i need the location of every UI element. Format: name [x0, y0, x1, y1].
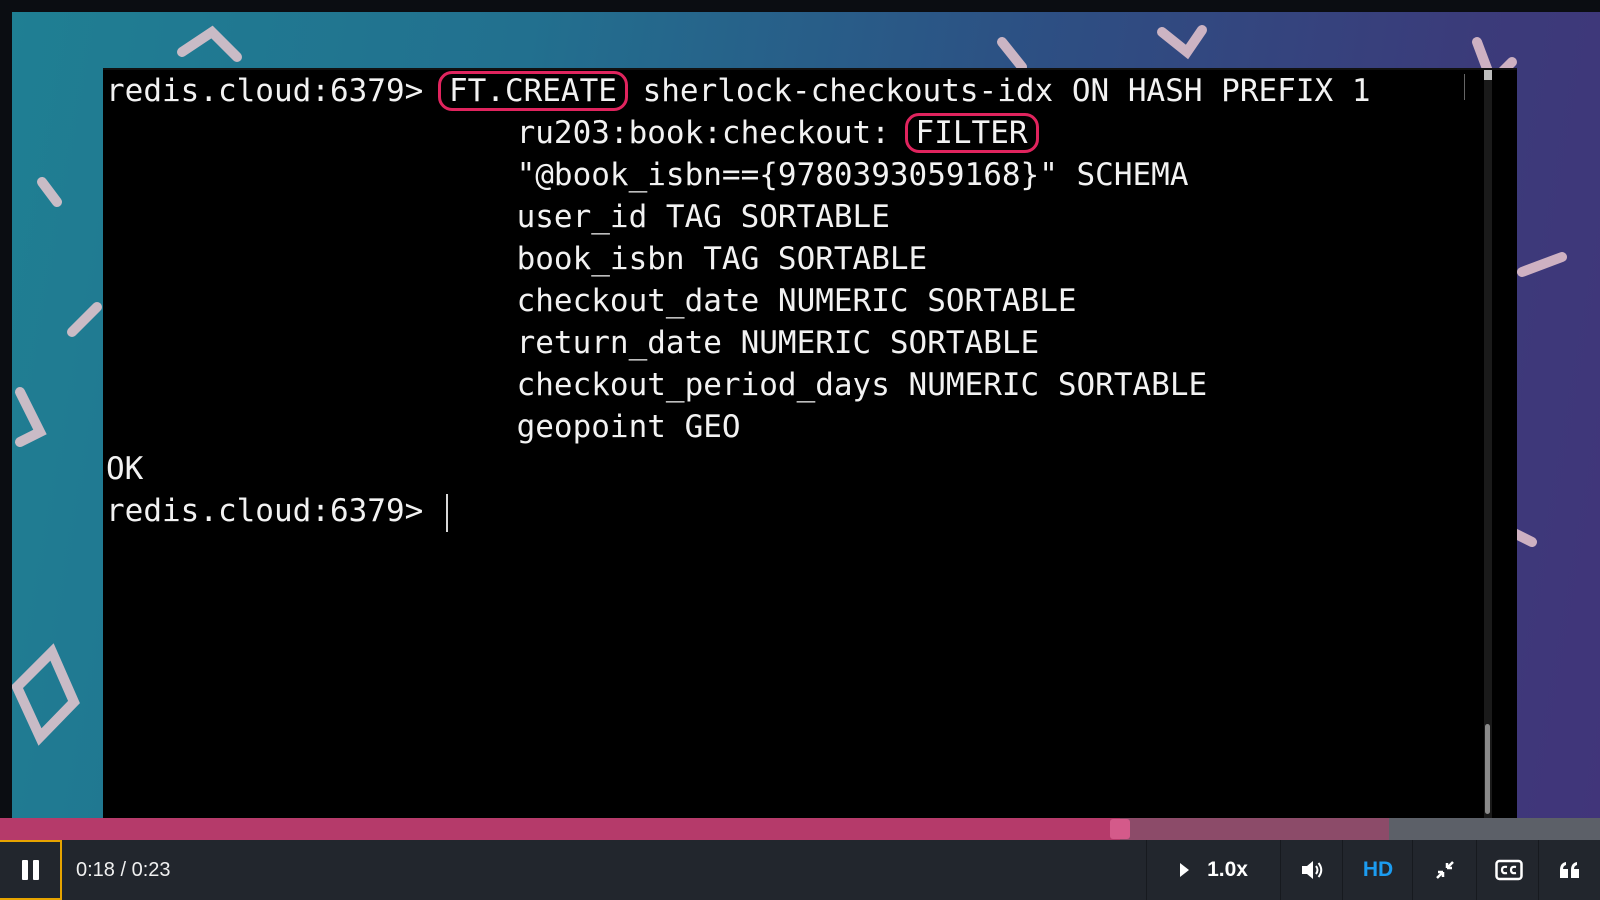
terminal-scroll-thumb[interactable] [1485, 724, 1490, 814]
play-triangle-icon [1180, 863, 1190, 877]
terminal-line: redis.cloud:6379> FT.CREATE sherlock-che… [106, 70, 1370, 112]
terminal-line: return_date NUMERIC SORTABLE [106, 322, 1370, 364]
terminal-cursor [445, 493, 448, 532]
terminal-indent [106, 157, 517, 193]
video-frame: redis.cloud:6379> FT.CREATE sherlock-che… [12, 12, 1600, 820]
control-separator [1342, 840, 1343, 900]
terminal-line: ru203:book:checkout: FILTER [106, 112, 1370, 154]
exit-fullscreen-button[interactable] [1414, 840, 1476, 900]
terminal-line: geopoint GEO [106, 406, 1370, 448]
control-separator [1412, 840, 1413, 900]
volume-icon [1302, 861, 1323, 879]
player-control-bar: 0:18 / 0:23 1.0x HD [0, 840, 1600, 900]
volume-button[interactable] [1282, 840, 1342, 900]
terminal-line: book_isbn TAG SORTABLE [106, 238, 1370, 280]
terminal-text: user_id TAG SORTABLE [516, 199, 890, 235]
terminal-scrollbar[interactable] [1484, 70, 1492, 820]
terminal-prompt: redis.cloud:6379> [106, 73, 442, 109]
speed-label: 1.0x [1207, 858, 1248, 881]
control-separator [1476, 840, 1477, 900]
terminal-text: ru203:book:checkout: [516, 115, 909, 151]
pause-button[interactable] [0, 840, 62, 900]
progress-played [0, 818, 1120, 840]
terminal-indent [106, 241, 517, 277]
terminal-line: checkout_period_days NUMERIC SORTABLE [106, 364, 1370, 406]
time-display: 0:18 / 0:23 [76, 859, 171, 881]
terminal-text: checkout_period_days NUMERIC SORTABLE [516, 367, 1208, 403]
terminal-indent [106, 325, 517, 361]
terminal-text: checkout_date NUMERIC SORTABLE [516, 283, 1077, 319]
transcript-button[interactable] [1540, 840, 1600, 900]
terminal-indent [106, 367, 517, 403]
terminal-prompt: redis.cloud:6379> [106, 493, 442, 529]
terminal-text: book_isbn TAG SORTABLE [516, 241, 928, 277]
progress-scrubber-handle[interactable] [1110, 819, 1130, 839]
control-separator [1280, 840, 1281, 900]
control-separator [1538, 840, 1539, 900]
quote-icon [1560, 862, 1579, 878]
terminal-indent [106, 115, 517, 151]
terminal-text: OK [106, 451, 144, 487]
terminal-line: user_id TAG SORTABLE [106, 196, 1370, 238]
terminal-indent [106, 283, 517, 319]
scroll-up-arrow-icon[interactable] [1484, 70, 1492, 80]
terminal-line: "@book_isbn=={9780393059168}" SCHEMA [106, 154, 1370, 196]
playback-speed-button[interactable]: 1.0x [1148, 840, 1280, 900]
highlighted-keyword: FT.CREATE [437, 71, 628, 111]
quality-hd-button[interactable]: HD [1344, 840, 1412, 900]
terminal-text: geopoint GEO [516, 409, 741, 445]
terminal-indent [106, 199, 517, 235]
terminal-line: OK [106, 448, 1370, 490]
terminal-divider [1464, 74, 1465, 100]
terminal-indent [106, 409, 517, 445]
terminal-text: "@book_isbn=={9780393059168}" SCHEMA [516, 157, 1189, 193]
terminal-text: sherlock-checkouts-idx ON HASH PREFIX 1 [623, 73, 1371, 109]
closed-captions-button[interactable] [1478, 840, 1540, 900]
exit-fullscreen-icon [1436, 861, 1454, 879]
closed-captions-icon [1495, 859, 1523, 881]
terminal-line: redis.cloud:6379> [106, 490, 1370, 532]
terminal-line: checkout_date NUMERIC SORTABLE [106, 280, 1370, 322]
terminal-window: redis.cloud:6379> FT.CREATE sherlock-che… [103, 68, 1517, 820]
pause-icon [21, 860, 39, 880]
control-separator [1146, 840, 1147, 900]
video-progress-bar[interactable] [0, 818, 1600, 840]
terminal-text: return_date NUMERIC SORTABLE [516, 325, 1040, 361]
terminal-output: redis.cloud:6379> FT.CREATE sherlock-che… [106, 70, 1370, 532]
highlighted-keyword: FILTER [904, 113, 1039, 153]
